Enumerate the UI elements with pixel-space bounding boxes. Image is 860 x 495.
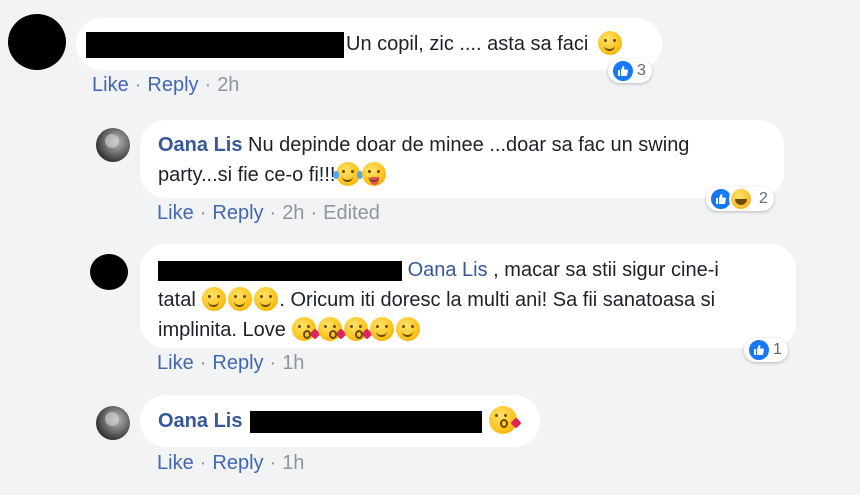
kissing-heart-emoji-icon	[318, 317, 348, 341]
reply-button[interactable]: Reply	[212, 452, 263, 475]
comment-text: Un copil, zic .... asta sa faci	[346, 33, 589, 55]
author-name[interactable]: Oana Lis	[158, 134, 242, 156]
smile-emoji-icon	[396, 317, 421, 341]
avatar[interactable]	[8, 14, 66, 70]
reaction-count: 3	[637, 62, 646, 79]
winking-tongue-emoji-icon	[362, 162, 387, 186]
reaction-count: 2	[759, 190, 768, 207]
reaction-summary[interactable]: 2	[706, 187, 774, 211]
comment-line-1: Oana Lis Nu depinde doar de minee ...doa…	[158, 130, 766, 160]
comment-line-2: tatal . Oricum iti doresc la multi ani! …	[158, 285, 778, 315]
kissing-heart-emoji-icon	[292, 317, 322, 341]
comment-line-1: Oana Lis , macar sa stii sigur cine-i	[158, 255, 778, 285]
separator: ·	[199, 352, 207, 374]
redacted-author-name	[158, 260, 402, 281]
redacted-author-name	[86, 31, 344, 58]
timestamp[interactable]: 2h	[282, 202, 304, 225]
reply-button[interactable]: Reply	[147, 74, 198, 97]
author-name[interactable]: Oana Lis	[158, 410, 242, 432]
timestamp[interactable]: 1h	[282, 452, 304, 475]
separator: ·	[269, 452, 277, 474]
like-button[interactable]: Like	[92, 74, 129, 97]
smile-emoji-icon	[597, 31, 622, 55]
edited-label[interactable]: Edited	[323, 202, 380, 225]
separator: ·	[199, 452, 207, 474]
like-reaction-icon	[747, 338, 771, 362]
reaction-summary[interactable]: 3	[608, 59, 652, 83]
comment-line-3: implinita. Love	[158, 315, 778, 345]
like-reaction-icon	[611, 59, 635, 83]
comment-text: , macar sa stii sigur cine-i	[487, 259, 719, 281]
separator: ·	[269, 202, 277, 224]
smiling-blush-emoji-icon	[228, 287, 253, 311]
timestamp[interactable]: 2h	[217, 74, 239, 97]
comment-text: implinita. Love	[158, 319, 286, 341]
comment-text: party...si fie ce-o fi!!!	[158, 164, 336, 186]
reply-button[interactable]: Reply	[212, 202, 263, 225]
comment-actions: Like · Reply · 2h	[92, 74, 239, 97]
smiling-blush-emoji-icon	[254, 287, 279, 311]
timestamp[interactable]: 1h	[282, 352, 304, 375]
separator: ·	[310, 202, 318, 224]
like-button[interactable]: Like	[157, 202, 194, 225]
comment-bubble: Oana Lis Nu depinde doar de minee ...doa…	[140, 120, 784, 198]
avatar[interactable]	[96, 406, 130, 440]
separator: ·	[199, 202, 207, 224]
redacted-text	[250, 410, 483, 433]
kissing-heart-emoji-icon	[488, 406, 522, 434]
reaction-summary[interactable]: 1	[744, 338, 788, 362]
haha-reaction-icon	[729, 187, 753, 211]
comment-text: . Oricum iti doresc la multi ani! Sa fii…	[279, 289, 716, 311]
comment-line-2: party...si fie ce-o fi!!!	[158, 160, 766, 190]
laughing-tears-emoji-icon	[333, 162, 364, 186]
like-button[interactable]: Like	[157, 452, 194, 475]
comment-text: Nu depinde doar de minee ...doar sa fac …	[248, 134, 690, 156]
comment-bubble: Un copil, zic .... asta sa faci	[76, 18, 662, 70]
comment-text: tatal	[158, 289, 196, 311]
reply-button[interactable]: Reply	[212, 352, 263, 375]
comment-actions: Like · Reply · 2h · Edited	[157, 202, 380, 225]
like-button[interactable]: Like	[157, 352, 194, 375]
separator: ·	[134, 74, 142, 96]
separator: ·	[204, 74, 212, 96]
avatar[interactable]	[90, 254, 128, 290]
separator: ·	[269, 352, 277, 374]
comment-bubble: Oana Lis , macar sa stii sigur cine-i ta…	[140, 244, 796, 348]
smiling-blush-emoji-icon	[202, 287, 227, 311]
smile-emoji-icon	[370, 317, 395, 341]
comment-actions: Like · Reply · 1h	[157, 352, 304, 375]
comment-actions: Like · Reply · 1h	[157, 452, 304, 475]
reaction-count: 1	[773, 341, 782, 358]
kissing-heart-emoji-icon	[344, 317, 374, 341]
avatar[interactable]	[96, 128, 130, 162]
comment-bubble: Oana Lis	[140, 395, 540, 447]
mention-link[interactable]: Oana Lis	[408, 259, 488, 281]
